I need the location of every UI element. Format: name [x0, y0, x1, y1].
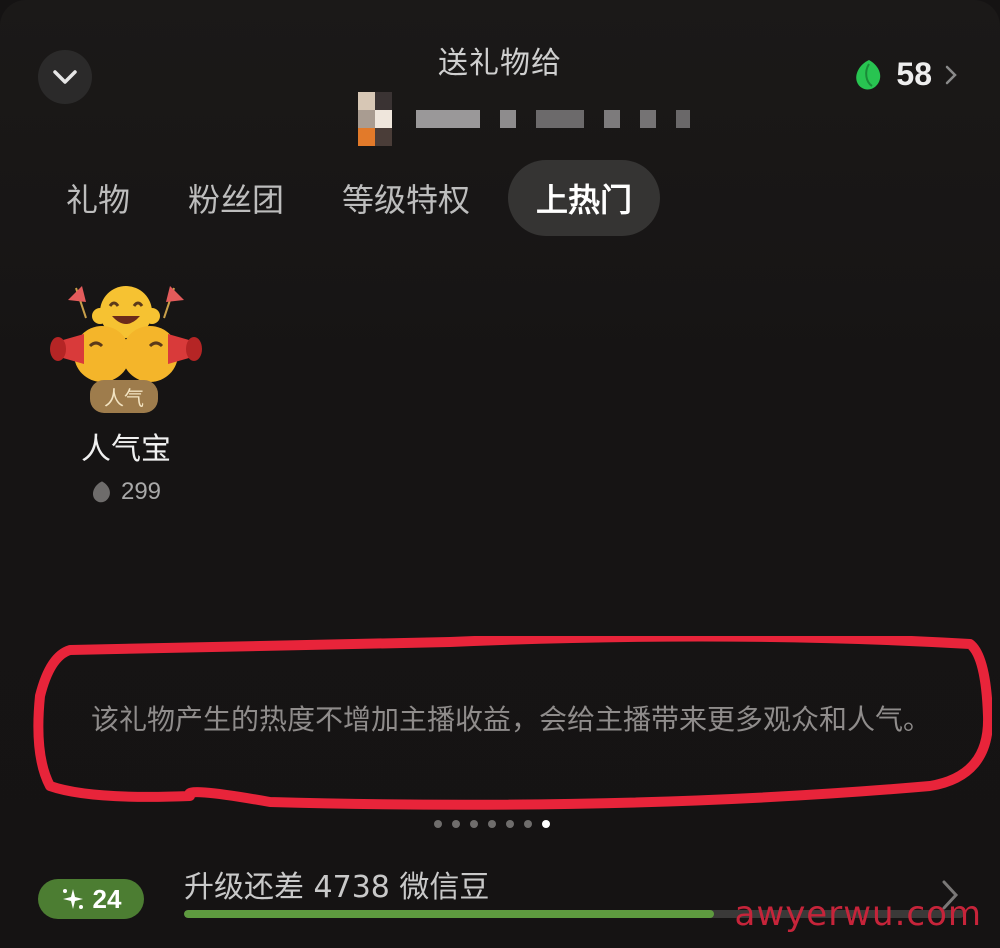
gift-panel: 送礼物给 58 礼物 粉丝团 等级特权 上热门 人气 人气宝 299 该礼物产生…: [0, 0, 1000, 948]
gift-price-value: 299: [120, 478, 162, 505]
page-dot[interactable]: [470, 820, 478, 828]
gift-description: 该礼物产生的热度不增加主播收益，会给主播带来更多观众和人气。: [90, 703, 931, 736]
page-dot[interactable]: [524, 820, 532, 828]
gift-item-popularity[interactable]: 人气 人气宝 299: [46, 280, 206, 506]
page-dot[interactable]: [452, 820, 460, 828]
recipient-info: [358, 92, 690, 146]
page-dot-active[interactable]: [542, 820, 550, 828]
tab-fan-club[interactable]: 粉丝团: [168, 160, 304, 236]
page-dot[interactable]: [506, 820, 514, 828]
wechat-bean-icon: [856, 59, 881, 89]
gift-tabs: 礼物 粉丝团 等级特权 上热门: [46, 160, 678, 236]
panel-title: 送礼物给: [438, 46, 562, 81]
balance-button[interactable]: 58: [854, 56, 958, 93]
watermark: awyerwu.com: [734, 894, 982, 934]
tab-level-privileges[interactable]: 等级特权: [322, 160, 490, 236]
page-indicator: [434, 820, 550, 828]
emoji-cheer-icon: 人气: [46, 280, 206, 418]
upgrade-progress-text: 升级还差 4738 微信豆: [184, 870, 490, 905]
tab-gifts[interactable]: 礼物: [46, 160, 150, 236]
gift-name: 人气宝: [81, 432, 171, 467]
description-area: 该礼物产生的热度不增加主播收益，会给主播带来更多观众和人气。: [30, 636, 992, 816]
gift-price: 299: [46, 478, 206, 506]
upgrade-progress-fill: [184, 910, 715, 918]
recipient-name-redacted: [416, 110, 690, 128]
sparkle-icon: [62, 889, 83, 909]
avatar: [358, 92, 392, 146]
gift-badge: 人气: [90, 380, 158, 413]
tab-trending[interactable]: 上热门: [508, 160, 661, 236]
chevron-right-icon: [945, 65, 957, 84]
page-dot[interactable]: [488, 820, 496, 828]
wechat-bean-icon: [92, 481, 110, 503]
level-value: 24: [92, 883, 122, 914]
page-dot[interactable]: [434, 820, 442, 828]
balance-value: 58: [896, 56, 932, 92]
level-badge[interactable]: 24: [38, 879, 144, 919]
